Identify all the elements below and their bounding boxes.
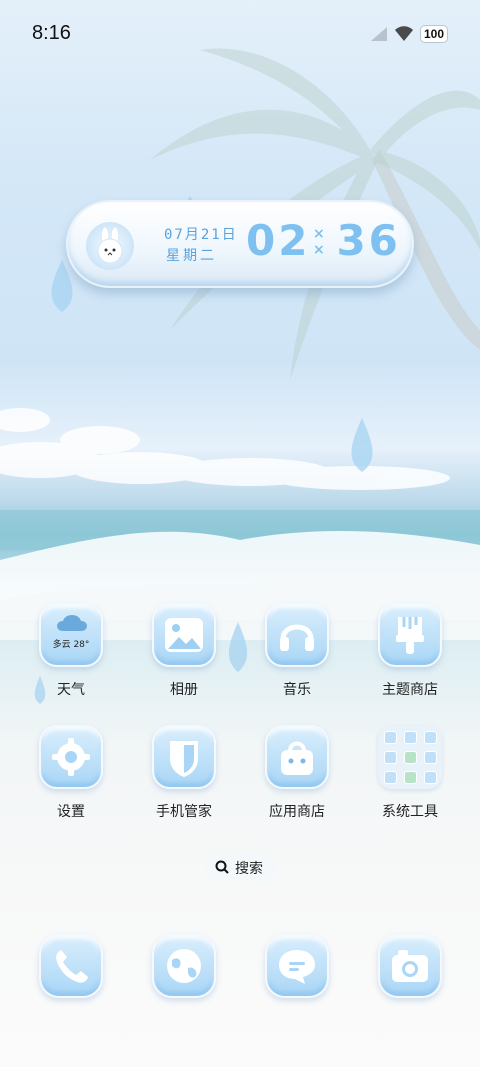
widget-date: 07月21日 <box>164 227 238 243</box>
app-music[interactable]: 音乐 <box>257 603 337 699</box>
app-label-phone-manager: 手机管家 <box>156 804 212 820</box>
headphones-icon <box>265 603 329 667</box>
dock-browser[interactable] <box>144 934 224 998</box>
beach-wallpaper <box>0 48 480 704</box>
bunny-avatar-icon <box>86 222 134 270</box>
app-app-store[interactable]: 应用商店 <box>257 725 337 821</box>
browser-icon <box>152 934 216 998</box>
messages-icon <box>265 934 329 998</box>
app-phone-manager[interactable]: 手机管家 <box>144 725 224 821</box>
app-weather[interactable]: 多云 28° 天气 <box>31 603 111 699</box>
app-system-tools-folder[interactable]: 系统工具 <box>370 725 450 821</box>
battery-indicator: 100 <box>420 25 448 43</box>
search-button[interactable]: 搜索 <box>205 852 277 882</box>
weather-icon: 多云 28° <box>39 603 103 667</box>
dock-phone[interactable] <box>31 934 111 998</box>
search-icon <box>215 860 229 874</box>
shopping-bag-icon <box>265 725 329 789</box>
app-label-system-tools: 系统工具 <box>382 804 438 820</box>
shield-icon <box>152 725 216 789</box>
app-label-app-store: 应用商店 <box>269 804 325 820</box>
app-theme-store[interactable]: 主题商店 <box>370 603 450 699</box>
gallery-icon <box>152 603 216 667</box>
dock-messages[interactable] <box>257 934 337 998</box>
app-gallery[interactable]: 相册 <box>144 603 224 699</box>
gear-icon <box>39 725 103 789</box>
phone-icon <box>39 934 103 998</box>
app-settings[interactable]: 设置 <box>31 725 111 821</box>
widget-weekday: 星期二 <box>166 248 217 264</box>
app-label-weather: 天气 <box>57 682 85 698</box>
weather-widget-text: 多云 28° <box>52 640 90 650</box>
widget-hour: 02 <box>246 216 311 265</box>
dock-camera[interactable] <box>370 934 450 998</box>
status-bar: 8:16 100 <box>0 0 480 68</box>
app-label-gallery: 相册 <box>170 682 198 698</box>
search-label: 搜索 <box>235 861 263 877</box>
clock-widget[interactable]: 07月21日 星期二 02 36 × × <box>66 200 414 288</box>
widget-minute: 36 <box>336 216 401 265</box>
status-time: 8:16 <box>32 22 71 44</box>
app-label-theme-store: 主题商店 <box>382 682 438 698</box>
wifi-icon <box>395 26 413 41</box>
signal-icon <box>371 27 387 41</box>
camera-icon <box>378 934 442 998</box>
folder-icon <box>378 725 442 789</box>
paint-brush-icon <box>378 603 442 667</box>
time-separator-icon: × × <box>313 226 325 258</box>
app-label-music: 音乐 <box>283 682 311 698</box>
app-label-settings: 设置 <box>57 804 85 820</box>
